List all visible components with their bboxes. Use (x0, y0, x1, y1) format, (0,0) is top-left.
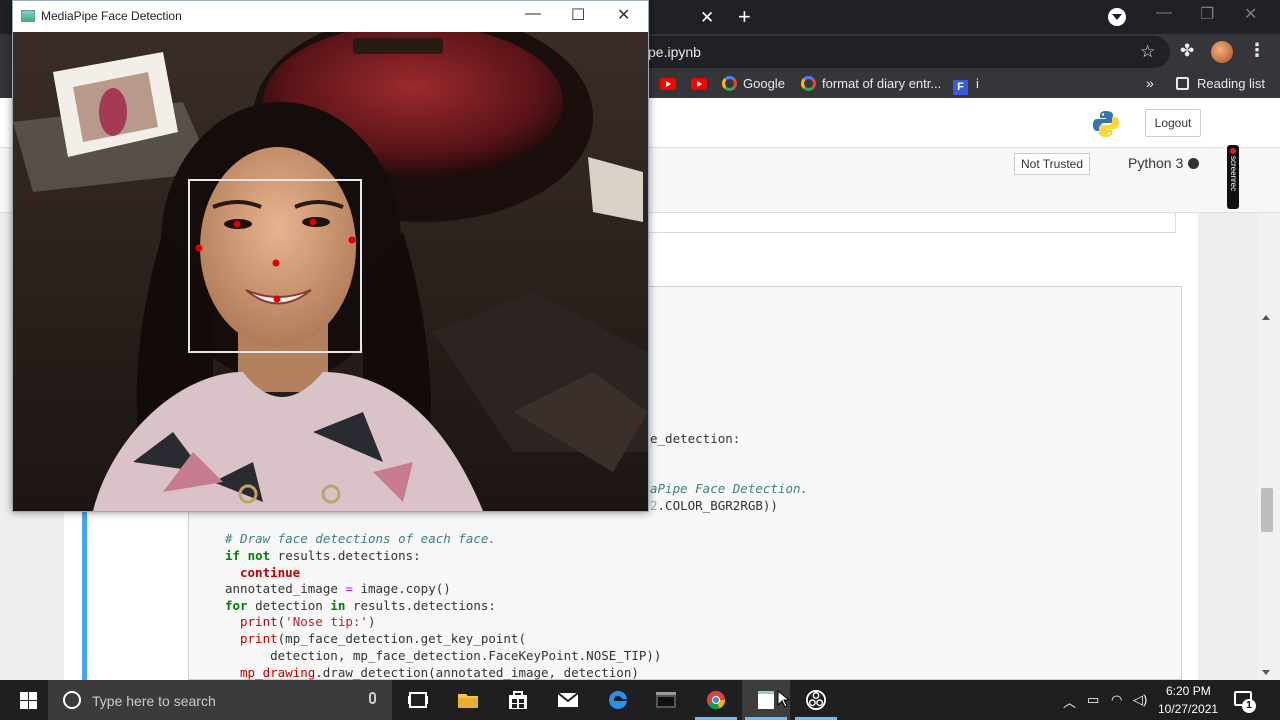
keypoint-mouth-center (273, 295, 281, 303)
keypoint-right-eye (233, 220, 241, 228)
code-line-comment: # Draw face detections of each face. (225, 531, 496, 546)
keypoint-left-eye (309, 218, 317, 226)
mail-icon[interactable] (557, 690, 579, 710)
logout-button[interactable]: Logout (1145, 109, 1201, 137)
webcam-image (13, 32, 648, 511)
bookmark-diary[interactable]: format of diary entr... (801, 76, 941, 91)
new-tab-icon[interactable]: + (738, 4, 751, 30)
notepad-icon[interactable] (755, 690, 777, 710)
screenrec-label: screenrec (1229, 156, 1238, 192)
restore-icon[interactable]: ❐ (1200, 4, 1214, 24)
google-icon (801, 76, 816, 91)
chrome-icon[interactable] (705, 690, 727, 710)
kernel-name: Python 3 (1128, 155, 1184, 171)
mouse-cursor-icon (777, 690, 789, 708)
bookmark-f[interactable]: Fi (953, 76, 979, 95)
minimize-icon[interactable]: — (1156, 4, 1172, 22)
clock-time[interactable]: 6:20 PM (1166, 684, 1211, 698)
reading-list-icon (1176, 77, 1189, 90)
cortana-icon (63, 691, 81, 709)
file-explorer-icon[interactable] (457, 690, 479, 710)
code-line: if not results.detections: (225, 548, 421, 563)
window-title: MediaPipe Face Detection (41, 9, 182, 23)
scroll-down-arrow[interactable] (1262, 670, 1270, 675)
mediapipe-titlebar[interactable]: MediaPipe Face Detection — ☐ ✕ (13, 1, 648, 32)
address-bar[interactable]: pe.ipynb (560, 36, 1170, 68)
vertical-scrollbar[interactable] (1258, 213, 1280, 680)
terminal-icon[interactable] (655, 690, 677, 710)
code-line: annotated_image = image.copy() (225, 581, 451, 596)
webcam-frame (13, 32, 648, 511)
youtube-icon[interactable] (691, 78, 707, 90)
windows-start-icon[interactable] (20, 692, 37, 709)
bookmark-star-icon[interactable]: ☆ (1140, 42, 1155, 62)
keypoint-left-ear (348, 236, 356, 244)
code-fragment: e_detection: (650, 431, 741, 446)
youtube-icon[interactable] (660, 78, 676, 90)
edge-icon[interactable] (607, 690, 629, 710)
microphone-icon[interactable] (369, 692, 376, 704)
windows-taskbar: Type here to search ︿ ▭ ◠ ◁) 6:20 PM 10/… (0, 680, 1280, 720)
url-text: pe.ipynb (648, 44, 701, 60)
trust-status-button[interactable]: Not Trusted (1014, 153, 1091, 175)
close-icon[interactable]: ✕ (617, 5, 630, 25)
reading-list[interactable]: Reading list (1176, 76, 1265, 91)
code-fragment: 2.COLOR_BGR2RGB)) (650, 498, 778, 513)
menu-kebab-icon[interactable]: ⋮ (1248, 40, 1266, 61)
wifi-icon[interactable]: ◠ (1111, 692, 1122, 708)
profile-avatar[interactable] (1211, 41, 1233, 63)
code-line: print('Nose tip:') (240, 614, 376, 629)
app-window-icon (21, 10, 35, 22)
taskbar-search-box[interactable]: Type here to search (48, 680, 392, 720)
search-placeholder: Type here to search (92, 693, 216, 709)
code-line: print(mp_face_detection.get_key_point( (240, 631, 526, 646)
minimize-icon[interactable]: — (525, 5, 541, 23)
f-logo-icon: F (953, 80, 968, 95)
tab-search-icon[interactable] (1108, 8, 1126, 26)
keypoint-nose-tip (272, 259, 280, 267)
code-line: for detection in results.detections: (225, 598, 496, 613)
extensions-icon[interactable]: ✤ (1180, 41, 1194, 61)
maximize-icon[interactable]: ☐ (571, 5, 585, 25)
bookmark-google[interactable]: Google (722, 76, 785, 91)
more-bookmarks-icon[interactable]: » (1146, 75, 1154, 91)
code-line: continue (240, 565, 301, 580)
mediapipe-window[interactable]: MediaPipe Face Detection — ☐ ✕ (12, 0, 649, 512)
code-fragment: aPipe Face Detection. (650, 481, 809, 496)
python-logo-icon (1093, 111, 1119, 137)
notification-count-badge: 1 (1242, 699, 1256, 713)
tab-close-icon[interactable]: ✕ (700, 8, 714, 28)
kernel-status-icon (1188, 158, 1199, 169)
volume-icon[interactable]: ◁) (1133, 692, 1147, 708)
google-icon (722, 76, 737, 91)
close-icon[interactable]: ✕ (1244, 4, 1257, 24)
show-hidden-icons-icon[interactable]: ︿ (1063, 692, 1076, 711)
code-line: detection, mp_face_detection.FaceKeyPoin… (240, 648, 662, 663)
keypoint-right-ear (195, 244, 203, 252)
task-view-icon[interactable] (407, 690, 429, 710)
battery-icon[interactable]: ▭ (1087, 692, 1099, 708)
code-line: mp_drawing.draw_detection(annotated_imag… (240, 665, 639, 680)
store-icon[interactable] (507, 690, 529, 710)
obs-icon[interactable] (805, 690, 827, 710)
scroll-up-arrow[interactable] (1262, 315, 1270, 320)
clock-date[interactable]: 10/27/2021 (1158, 702, 1218, 716)
scrollbar-thumb[interactable] (1261, 488, 1273, 532)
